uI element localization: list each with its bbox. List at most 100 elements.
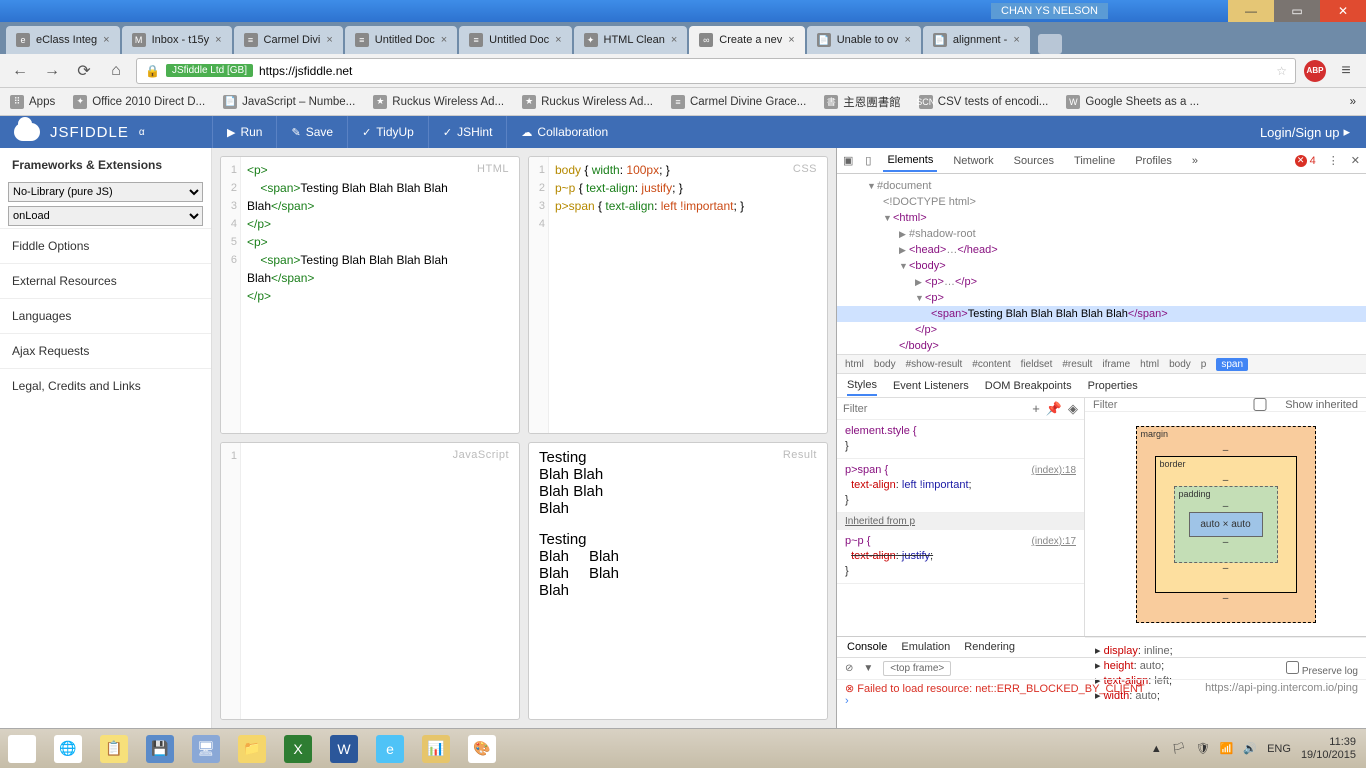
sidebar-option[interactable]: Fiddle Options [0, 228, 211, 263]
browser-tab[interactable]: ≡Untitled Doc× [345, 26, 457, 54]
close-tab-icon[interactable]: × [103, 34, 109, 46]
sidebar-option[interactable]: Ajax Requests [0, 333, 211, 368]
taskbar-paint[interactable]: 🎨 [460, 730, 504, 768]
url-bar[interactable]: 🔒 JSfiddle Ltd [GB] https://jsfiddle.net… [136, 58, 1296, 84]
window-maximize[interactable]: ▭ [1274, 0, 1320, 22]
browser-tab[interactable]: MInbox - t15y× [122, 26, 232, 54]
breadcrumb-item[interactable]: fieldset [1021, 359, 1053, 370]
nav-forward[interactable]: → [40, 59, 64, 83]
window-minimize[interactable]: — [1228, 0, 1274, 22]
clear-console-icon[interactable]: ⊘ [845, 663, 853, 674]
browser-tab[interactable]: 📄Unable to ov× [807, 26, 921, 54]
jsfiddle-logo[interactable]: JSFIDDLE α [0, 123, 212, 141]
add-rule-icon[interactable]: + [1032, 401, 1040, 417]
breadcrumb-item[interactable]: html [1140, 359, 1159, 370]
browser-tab[interactable]: ∞Create a nev× [689, 26, 804, 54]
tray-network-icon[interactable]: 📶 [1220, 742, 1234, 755]
toolbar-action[interactable]: ✎Save [276, 116, 347, 148]
html-code[interactable]: <p> <span>Testing Blah Blah Blah Blah Bl… [221, 157, 519, 309]
filter-icon[interactable]: ▼ [863, 663, 873, 674]
menu-icon[interactable]: ≡ [1334, 59, 1358, 83]
login-link[interactable]: Login/Sign up▸ [1244, 124, 1366, 140]
tab-profiles[interactable]: Profiles [1131, 155, 1176, 167]
tab-timeline[interactable]: Timeline [1070, 155, 1119, 167]
breadcrumb-item[interactable]: #show-result [906, 359, 963, 370]
dom-breadcrumbs[interactable]: html body #show-result #content fieldset #res… [837, 354, 1366, 374]
lib-select[interactable]: No-Library (pure JS) [8, 182, 203, 202]
dock-icon[interactable]: ▣ [843, 154, 853, 167]
toolbar-action[interactable]: ▶Run [212, 116, 276, 148]
breadcrumb-item[interactable]: iframe [1102, 359, 1130, 370]
sidebar-option[interactable]: Legal, Credits and Links [0, 368, 211, 403]
show-inherited-checkbox[interactable] [1241, 398, 1279, 411]
tab-properties[interactable]: Properties [1088, 380, 1138, 392]
taskbar-app4[interactable]: 📊 [414, 730, 458, 768]
tab-network[interactable]: Network [949, 155, 997, 167]
close-tab-icon[interactable]: × [1013, 34, 1019, 46]
breadcrumb-item[interactable]: body [1169, 359, 1191, 370]
dom-tree[interactable]: ▼#document <!DOCTYPE html> ▼<html> ▶#sha… [837, 174, 1366, 354]
rule-pp[interactable]: (index):17 p~p { text-align: justify; } [837, 530, 1084, 584]
tray-up-icon[interactable]: ▲ [1151, 743, 1162, 755]
tab-emulation[interactable]: Emulation [901, 641, 950, 653]
onload-select[interactable]: onLoad [8, 206, 203, 226]
tab-dom-breakpoints[interactable]: DOM Breakpoints [985, 380, 1072, 392]
nav-home[interactable]: ⌂ [104, 59, 128, 83]
bookmark-item[interactable]: ✦Office 2010 Direct D... [73, 95, 205, 109]
start-button[interactable]: ⊞ [0, 730, 44, 768]
bookmark-item[interactable]: ≡Carmel Divine Grace... [671, 95, 806, 109]
devtools-close-icon[interactable]: ✕ [1351, 154, 1360, 167]
tab-rendering[interactable]: Rendering [964, 641, 1015, 653]
nav-reload[interactable]: ⟳ [72, 59, 96, 83]
nav-back[interactable]: ← [8, 59, 32, 83]
tab-sources[interactable]: Sources [1010, 155, 1058, 167]
close-tab-icon[interactable]: × [215, 34, 221, 46]
bookmark-item[interactable]: WGoogle Sheets as a ... [1066, 95, 1199, 109]
browser-tab[interactable]: ✦HTML Clean× [574, 26, 688, 54]
window-close[interactable]: ✕ [1320, 0, 1366, 22]
css-pane[interactable]: CSS 123 4 body { width: 100px; } p~p { t… [528, 156, 828, 434]
close-tab-icon[interactable]: × [441, 34, 447, 46]
toolbar-action[interactable]: ✓TidyUp [347, 116, 428, 148]
styles-filter-input[interactable] [843, 403, 1032, 415]
tab-console[interactable]: Console [847, 641, 887, 653]
tray-clock[interactable]: 11:39 19/10/2015 [1301, 736, 1356, 762]
tab-more[interactable]: » [1188, 155, 1202, 167]
bookmark-item[interactable]: 📄JavaScript – Numbe... [223, 95, 355, 109]
breadcrumb-item[interactable]: #result [1062, 359, 1092, 370]
sidebar-option[interactable]: Languages [0, 298, 211, 333]
pin-icon[interactable]: 📌 [1046, 401, 1062, 417]
taskbar-app2[interactable]: 💾 [138, 730, 182, 768]
breadcrumb-item[interactable]: #content [972, 359, 1010, 370]
taskbar-app3[interactable]: 🖥 [184, 730, 228, 768]
star-icon[interactable]: ☆ [1276, 64, 1287, 78]
computed-filter-input[interactable] [1093, 399, 1235, 411]
taskbar-chrome[interactable]: 🌐 [46, 730, 90, 768]
close-tab-icon[interactable]: × [326, 34, 332, 46]
breadcrumb-item[interactable]: span [1216, 358, 1248, 371]
tray-lang[interactable]: ENG [1267, 743, 1291, 755]
browser-tab[interactable]: ≡Untitled Doc× [459, 26, 571, 54]
rule-element-style[interactable]: element.style { } [837, 420, 1084, 459]
html-pane[interactable]: HTML 12 345 6 <p> <span>Testing Blah Bla… [220, 156, 520, 434]
taskbar-word[interactable]: W [322, 730, 366, 768]
bookmark-item[interactable]: ★Ruckus Wireless Ad... [522, 95, 653, 109]
taskbar-ie[interactable]: e [368, 730, 412, 768]
tray-sound-icon[interactable]: 🔊 [1243, 742, 1257, 755]
close-tab-icon[interactable]: × [671, 34, 677, 46]
preserve-log-checkbox[interactable] [1286, 661, 1299, 674]
close-tab-icon[interactable]: × [788, 34, 794, 46]
tab-styles[interactable]: Styles [847, 379, 877, 396]
toolbar-action[interactable]: ☁Collaboration [506, 116, 622, 148]
js-pane[interactable]: JavaScript 1 [220, 442, 520, 720]
system-tray[interactable]: ▲ 🏳 🛡 📶 🔊 ENG 11:39 19/10/2015 [1141, 736, 1366, 762]
browser-tab[interactable]: ≡Carmel Divi× [234, 26, 343, 54]
selected-dom-node[interactable]: <span>Testing Blah Blah Blah Blah Blah</… [837, 306, 1366, 322]
browser-tab[interactable]: eeClass Integ× [6, 26, 120, 54]
bookmark-item[interactable]: ★Ruckus Wireless Ad... [373, 95, 504, 109]
browser-tab[interactable]: 📄alignment - × [923, 26, 1030, 54]
bookmark-item[interactable]: ⠿Apps [10, 95, 55, 109]
toolbar-action[interactable]: ✓JSHint [428, 116, 507, 148]
breadcrumb-item[interactable]: body [874, 359, 896, 370]
frame-select[interactable]: <top frame> [883, 661, 951, 676]
